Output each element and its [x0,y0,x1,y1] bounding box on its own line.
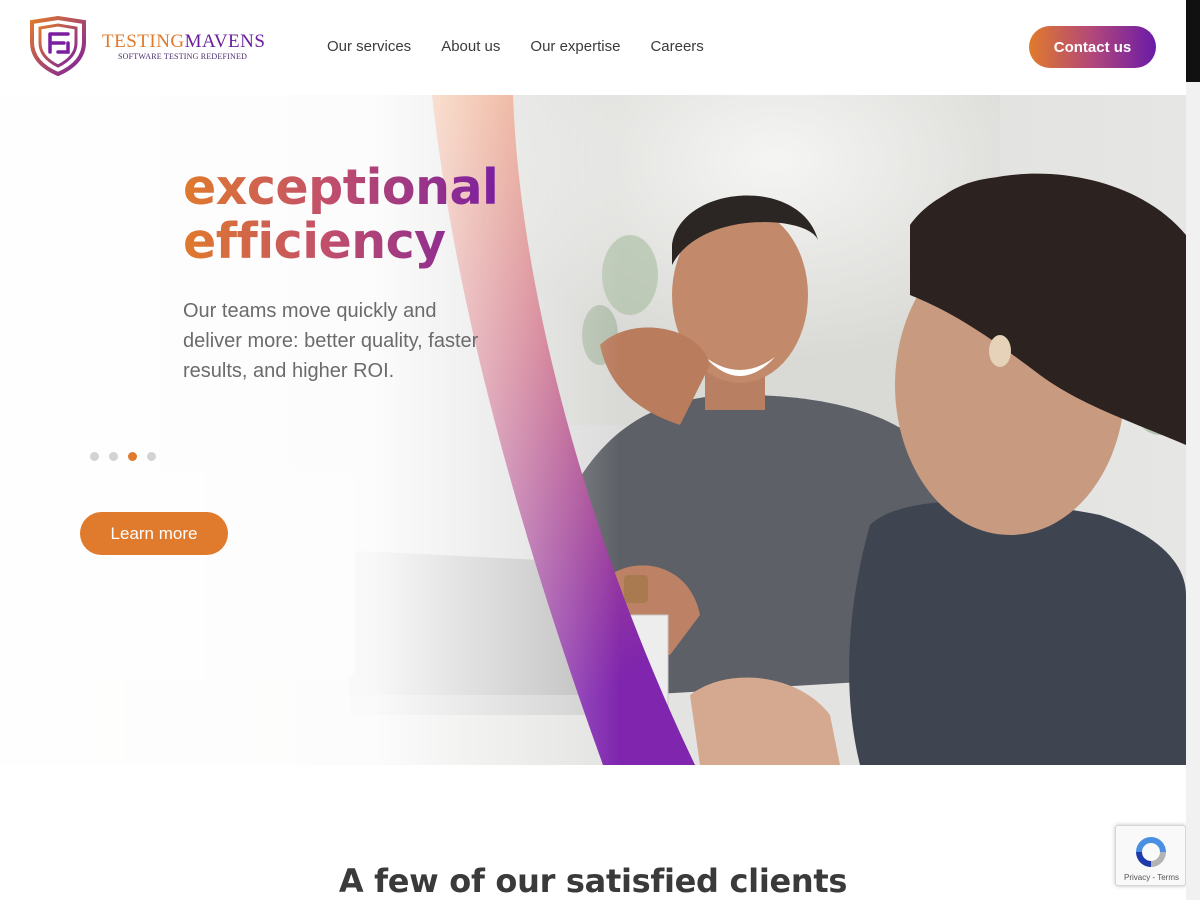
brand-tagline: SOFTWARE TESTING REDEFINED [118,52,248,61]
slider-dot-4[interactable] [147,452,156,461]
slider-dot-2[interactable] [109,452,118,461]
clients-section-title: A few of our satisfied clients [338,862,848,900]
main-nav: Our services About us Our expertise Care… [327,38,734,55]
nav-item-careers[interactable]: Careers [650,38,703,55]
scrollbar-thumb[interactable] [1186,0,1200,82]
hero-headline: exceptional efficiency [183,161,498,269]
learn-more-button[interactable]: Learn more [80,512,228,555]
brand-name-part2: MAVENS [184,31,266,52]
contact-us-button[interactable]: Contact us [1029,26,1156,68]
site-header: TESTINGMAVENS SOFTWARE TESTING REDEFINED… [0,0,1186,95]
hero-headline-line1: exceptional [183,159,499,216]
nav-item-our-services[interactable]: Our services [327,38,411,55]
hero-headline-line2: efficiency [183,213,446,270]
recaptcha-links[interactable]: Privacy - Terms [1116,873,1187,882]
hero-slider: exceptional efficiency Our teams move qu… [0,95,1186,765]
brand-name-part1: TESTING [102,31,185,52]
brand-wordmark: TESTINGMAVENS SOFTWARE TESTING REDEFINED [102,32,265,62]
brand-logo[interactable]: TESTINGMAVENS SOFTWARE TESTING REDEFINED [28,16,265,78]
shield-logo-icon [30,16,86,76]
hero-subtext: Our teams move quickly and deliver more:… [183,300,479,382]
slider-dot-3[interactable] [128,452,137,461]
slider-pagination [90,452,156,461]
page-scrollbar[interactable] [1186,0,1200,900]
recaptcha-icon [1136,837,1166,867]
nav-item-our-expertise[interactable]: Our expertise [530,38,620,55]
brand-name: TESTINGMAVENS [102,32,265,52]
recaptcha-badge[interactable]: Privacy - Terms [1115,825,1186,886]
nav-item-about-us[interactable]: About us [441,38,500,55]
slider-dot-1[interactable] [90,452,99,461]
